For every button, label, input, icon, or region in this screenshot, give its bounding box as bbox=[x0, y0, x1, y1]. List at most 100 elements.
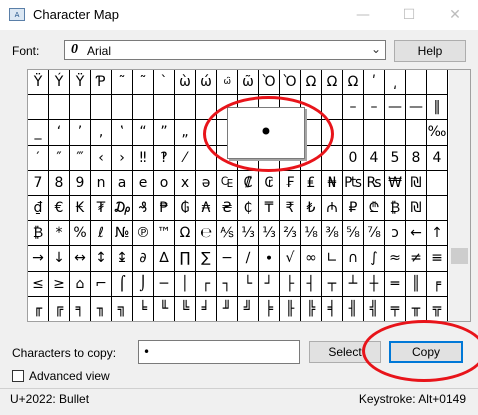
char-cell[interactable]: ə bbox=[196, 170, 217, 196]
char-cell[interactable]: ₡ bbox=[238, 170, 259, 196]
char-cell[interactable]: Ÿ bbox=[70, 70, 91, 96]
char-cell[interactable]: 5 bbox=[385, 145, 406, 171]
char-cell[interactable]: e bbox=[133, 170, 154, 196]
char-cell[interactable] bbox=[427, 195, 448, 222]
char-cell[interactable]: ₲ bbox=[175, 195, 196, 222]
char-cell[interactable]: — bbox=[385, 95, 406, 121]
char-cell[interactable]: ώ̈ bbox=[217, 70, 238, 96]
char-cell[interactable] bbox=[28, 95, 49, 121]
char-cell[interactable]: ∑ bbox=[196, 246, 217, 272]
char-cell[interactable]: ₤ bbox=[301, 170, 322, 196]
minimize-button[interactable]: — bbox=[340, 0, 386, 30]
char-cell[interactable]: ™ bbox=[154, 221, 175, 247]
char-cell[interactable]: ∙ bbox=[259, 246, 280, 272]
char-cell[interactable]: ╜ bbox=[217, 296, 238, 321]
char-cell[interactable]: ₢ bbox=[259, 170, 280, 196]
char-cell[interactable]: ╣ bbox=[364, 296, 385, 321]
char-cell[interactable]: ʹ bbox=[364, 70, 385, 96]
char-cell[interactable]: ╛ bbox=[196, 296, 217, 321]
char-cell[interactable]: ╟ bbox=[280, 296, 301, 321]
char-cell[interactable]: ╕ bbox=[70, 296, 91, 321]
char-cell[interactable]: № bbox=[112, 221, 133, 247]
char-cell[interactable]: ╞ bbox=[259, 296, 280, 321]
char-cell[interactable]: ⌠ bbox=[112, 271, 133, 297]
char-cell[interactable] bbox=[112, 95, 133, 121]
char-cell[interactable]: „ bbox=[175, 120, 196, 146]
char-cell[interactable]: ‼ bbox=[133, 145, 154, 171]
char-cell[interactable]: ₭ bbox=[70, 195, 91, 222]
char-cell[interactable]: ″ bbox=[49, 145, 70, 171]
char-cell[interactable]: ↄ bbox=[385, 221, 406, 247]
char-cell[interactable]: ′ bbox=[28, 145, 49, 171]
close-button[interactable]: ✕ bbox=[432, 0, 478, 30]
char-cell[interactable]: ╡ bbox=[322, 296, 343, 321]
char-cell[interactable]: ₳ bbox=[196, 195, 217, 222]
char-cell[interactable]: ₼ bbox=[322, 195, 343, 222]
char-cell[interactable]: ╝ bbox=[238, 296, 259, 321]
char-cell[interactable]: ₪ bbox=[406, 195, 427, 222]
char-cell[interactable]: ₪ bbox=[406, 170, 427, 196]
char-cell[interactable]: 0 bbox=[343, 145, 364, 171]
characters-to-copy-input[interactable] bbox=[138, 340, 300, 364]
char-cell[interactable]: ├ bbox=[280, 271, 301, 297]
char-cell[interactable]: ₹ bbox=[280, 195, 301, 222]
maximize-button[interactable]: ☐ bbox=[386, 0, 432, 30]
char-cell[interactable]: ╒ bbox=[427, 271, 448, 297]
char-cell[interactable]: ‖ bbox=[427, 95, 448, 121]
char-cell[interactable]: Ω bbox=[175, 221, 196, 247]
char-cell[interactable]: Ƥ bbox=[91, 70, 112, 96]
char-cell[interactable]: ₾ bbox=[364, 195, 385, 222]
char-cell[interactable]: ₠ bbox=[217, 170, 238, 196]
char-cell[interactable]: ↕ bbox=[91, 246, 112, 272]
char-cell[interactable]: ↓ bbox=[49, 246, 70, 272]
char-cell[interactable]: ₺ bbox=[301, 195, 322, 222]
char-cell[interactable]: ₩ bbox=[385, 170, 406, 196]
char-cell[interactable]: ₿ bbox=[385, 195, 406, 222]
char-cell[interactable]: ₫ bbox=[28, 195, 49, 222]
char-cell[interactable]: ╥ bbox=[406, 296, 427, 321]
char-cell[interactable]: ╢ bbox=[343, 296, 364, 321]
char-cell[interactable]: ┌ bbox=[196, 271, 217, 297]
char-cell[interactable]: √ bbox=[280, 246, 301, 272]
char-cell[interactable]: ⅔ bbox=[280, 221, 301, 247]
char-cell[interactable]: ┼ bbox=[364, 271, 385, 297]
char-cell[interactable]: ╓ bbox=[28, 296, 49, 321]
char-cell[interactable]: ∆ bbox=[154, 246, 175, 272]
char-cell[interactable]: ≥ bbox=[49, 271, 70, 297]
char-cell[interactable] bbox=[427, 70, 448, 96]
char-cell[interactable]: 8 bbox=[406, 145, 427, 171]
char-cell[interactable] bbox=[49, 95, 70, 121]
char-cell[interactable]: Ω bbox=[301, 70, 322, 96]
char-cell[interactable] bbox=[406, 120, 427, 146]
char-cell[interactable]: ┤ bbox=[301, 271, 322, 297]
char-cell[interactable]: – bbox=[343, 95, 364, 121]
char-cell[interactable]: ₦ bbox=[322, 170, 343, 196]
char-cell[interactable]: Ὸ bbox=[280, 70, 301, 96]
char-cell[interactable]: _ bbox=[28, 120, 49, 146]
char-cell[interactable] bbox=[91, 95, 112, 121]
char-cell[interactable]: ℓ bbox=[91, 221, 112, 247]
char-cell[interactable]: Ὸ bbox=[259, 70, 280, 96]
char-cell[interactable]: — bbox=[406, 95, 427, 121]
char-cell[interactable]: 4 bbox=[427, 145, 448, 171]
char-cell[interactable]: ₽ bbox=[343, 195, 364, 222]
char-cell[interactable]: x bbox=[175, 170, 196, 196]
char-cell[interactable]: – bbox=[364, 95, 385, 121]
char-cell[interactable] bbox=[427, 170, 448, 196]
char-cell[interactable]: ῶ bbox=[238, 70, 259, 96]
char-cell[interactable]: ₸ bbox=[259, 195, 280, 222]
char-cell[interactable]: ℗ bbox=[133, 221, 154, 247]
char-cell[interactable]: ┴ bbox=[343, 271, 364, 297]
char-cell[interactable]: ͵ bbox=[385, 70, 406, 96]
char-cell[interactable]: │ bbox=[175, 271, 196, 297]
char-cell[interactable] bbox=[385, 120, 406, 146]
char-cell[interactable]: * bbox=[49, 221, 70, 247]
char-cell[interactable]: − bbox=[217, 246, 238, 272]
char-cell[interactable] bbox=[154, 95, 175, 121]
char-cell[interactable]: ₰ bbox=[133, 195, 154, 222]
char-cell[interactable]: ┐ bbox=[217, 271, 238, 297]
advanced-view-checkbox[interactable] bbox=[12, 370, 24, 382]
char-cell[interactable]: 9 bbox=[70, 170, 91, 196]
char-cell[interactable]: ₣ bbox=[280, 170, 301, 196]
char-cell[interactable]: › bbox=[112, 145, 133, 171]
